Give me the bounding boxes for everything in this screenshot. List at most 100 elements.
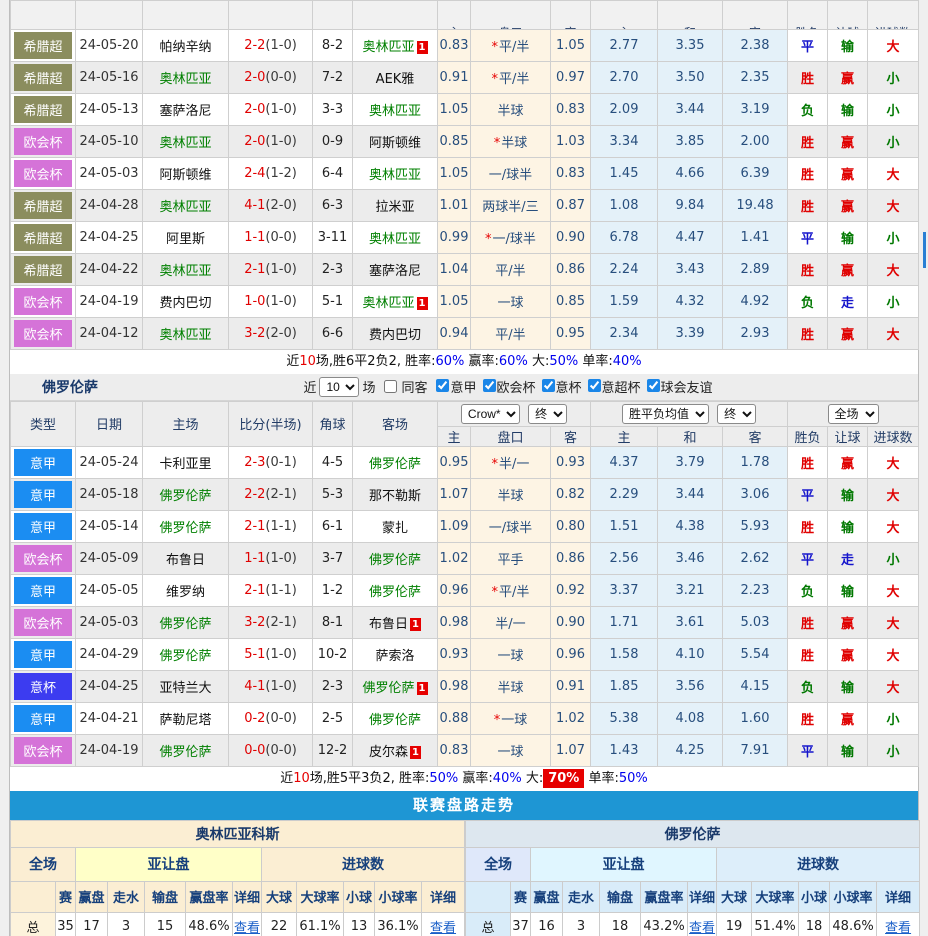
league-filter-checkbox[interactable]: [587, 379, 601, 392]
column-header: 小球: [798, 880, 831, 913]
result-wdl: 胜: [787, 637, 829, 671]
league-cell: 希腊超: [10, 28, 76, 62]
home-team: 奥林匹亚: [142, 60, 229, 94]
away-team: 奥林匹亚 1: [352, 284, 438, 318]
half-time-score: (2-0): [265, 197, 297, 213]
league-cell: 意杯: [10, 669, 76, 703]
away-odds: 0.80: [550, 509, 591, 543]
home-team: 维罗纳: [142, 573, 229, 607]
match-row: 意杯 24-04-25 亚特兰大 4-1(1-0) 2-3 佛罗伦萨 1 0.98 半球 0.91…: [10, 669, 920, 703]
sub-column-header: 胜负: [787, 425, 829, 447]
result-handicap: 赢: [827, 605, 869, 639]
result-wdl: 胜: [787, 60, 828, 94]
betting-stats-page: 主盘口客主和客胜负让球进球数 希腊超24-05-20帕纳辛纳2-2(1-0)8-…: [0, 0, 928, 936]
result-goals: 小: [867, 733, 920, 767]
result-goals: 小: [867, 701, 920, 735]
match-row: 意甲 24-04-29 佛罗伦萨 5-1(1-0) 10-2 萨索洛 0.93 一球 0.96 1…: [10, 637, 920, 671]
view-detail-link[interactable]: 查看: [430, 921, 456, 936]
away-odds: 1.02: [550, 701, 591, 735]
same-away-checkbox[interactable]: [384, 380, 398, 393]
team-name: 佛罗伦萨: [368, 712, 421, 728]
half-time-score: (2-0): [265, 325, 297, 341]
full-time-score: 0-2: [244, 710, 266, 726]
score-cell: 2-4(1-2): [228, 156, 313, 190]
league-filter-label: 意甲: [450, 381, 477, 396]
corner-count: 1-2: [312, 573, 353, 607]
league-filter-checkbox[interactable]: [646, 379, 660, 392]
trend-team-name: 佛罗伦萨: [465, 819, 921, 848]
handicap-final-select[interactable]: 终: [528, 403, 568, 424]
summary-segment: 赢率:: [464, 353, 499, 369]
away-odds: 0.91: [550, 669, 591, 703]
score-cell: 5-1(1-0): [228, 637, 313, 671]
full-time-score: 4-1: [244, 678, 266, 694]
league-badge: 欧会杯: [14, 287, 72, 315]
league-filter-checkbox[interactable]: [482, 379, 496, 392]
star-marker: *: [493, 712, 501, 728]
summary-segment: 场,胜5平3负2, 胜率:: [309, 770, 430, 786]
full-time-score: 2-1: [244, 518, 266, 534]
column-header: 大球率: [751, 880, 800, 913]
result-handicap: 赢: [827, 316, 868, 350]
team-name: 蒙扎: [381, 520, 408, 536]
europe-draw-odds: 3.21: [657, 573, 723, 607]
handicap-text: 两球半/三: [482, 199, 539, 215]
match-date: 24-05-09: [75, 541, 143, 575]
summary-segment: 50%: [549, 353, 579, 369]
league-badge: 意杯: [14, 672, 72, 700]
match-count-select[interactable]: 10: [319, 376, 360, 397]
view-detail-link[interactable]: 查看: [234, 921, 260, 936]
scrollbar-thumb[interactable]: [923, 232, 926, 268]
europe-home-odds: 5.38: [590, 701, 658, 735]
half-time-score: (1-0): [265, 101, 297, 117]
away-team: AEK雅: [352, 60, 438, 94]
home-team: 帕纳辛纳: [142, 28, 229, 62]
home-team: 佛罗伦萨: [142, 605, 229, 639]
away-odds: 1.07: [550, 733, 591, 767]
team-name: 费内巴切: [368, 327, 421, 343]
match-date: 24-05-20: [75, 28, 143, 62]
result-handicap: 走: [827, 541, 869, 575]
europe-draw-odds: 3.44: [657, 477, 723, 511]
handicap-text: 半球: [501, 135, 528, 151]
scope-select[interactable]: 全场: [827, 403, 879, 424]
stat-value: 16: [530, 911, 564, 936]
half-time-score: (1-1): [265, 582, 297, 598]
result-wdl: 胜: [787, 188, 828, 222]
home-odds: 1.09: [437, 509, 471, 543]
europe-final-select[interactable]: 终: [717, 403, 757, 424]
europe-home-odds: 2.70: [590, 60, 658, 94]
league-cell: 欧会杯: [10, 124, 76, 158]
odds-company-select[interactable]: Crow*: [460, 403, 520, 424]
league-trend-section: 奥林匹亚科斯 全场 亚让盘 进球数赛赢盘 走水 输盘 赢盘率 详细 大球 大球率 小球 小球率 详细总 3…: [9, 819, 921, 936]
full-time-score: 3-2: [244, 614, 266, 630]
column-header: 赢盘: [530, 880, 564, 913]
corner-count: 5-3: [312, 477, 353, 511]
view-detail-link[interactable]: 查看: [689, 921, 715, 936]
full-time-score: 5-1: [244, 646, 266, 662]
summary-segment: 大:: [527, 353, 550, 369]
away-team: 佛罗伦萨: [352, 445, 438, 479]
star-marker: *: [485, 231, 492, 247]
view-detail-link[interactable]: 查看: [885, 921, 911, 936]
league-cell: 希腊超: [10, 188, 76, 222]
team-name: 拉米亚: [375, 199, 415, 215]
league-filter-checkbox[interactable]: [436, 379, 450, 392]
result-wdl: 胜: [787, 124, 828, 158]
home-team: 奥林匹亚: [142, 316, 229, 350]
score-cell: 2-1(1-1): [228, 573, 313, 607]
league-filter-label: 意超杯: [601, 381, 641, 396]
handicap-line: 半球: [470, 669, 551, 703]
europe-home-odds: 3.37: [590, 573, 658, 607]
match-date: 24-04-21: [75, 701, 143, 735]
team-name: 奥林匹亚: [159, 327, 212, 343]
home-odds: 0.88: [437, 701, 471, 735]
europe-draw-odds: 4.10: [657, 637, 723, 671]
europe-draw-odds: 4.08: [657, 701, 723, 735]
europe-avg-select[interactable]: 胜平负均值: [621, 403, 709, 424]
league-filter-checkbox[interactable]: [541, 379, 555, 392]
match-date: 24-04-28: [75, 188, 143, 222]
summary-segment: 10: [299, 353, 316, 369]
europe-away-odds: 7.91: [721, 733, 789, 767]
group-header-goals: 进球数: [260, 846, 466, 882]
